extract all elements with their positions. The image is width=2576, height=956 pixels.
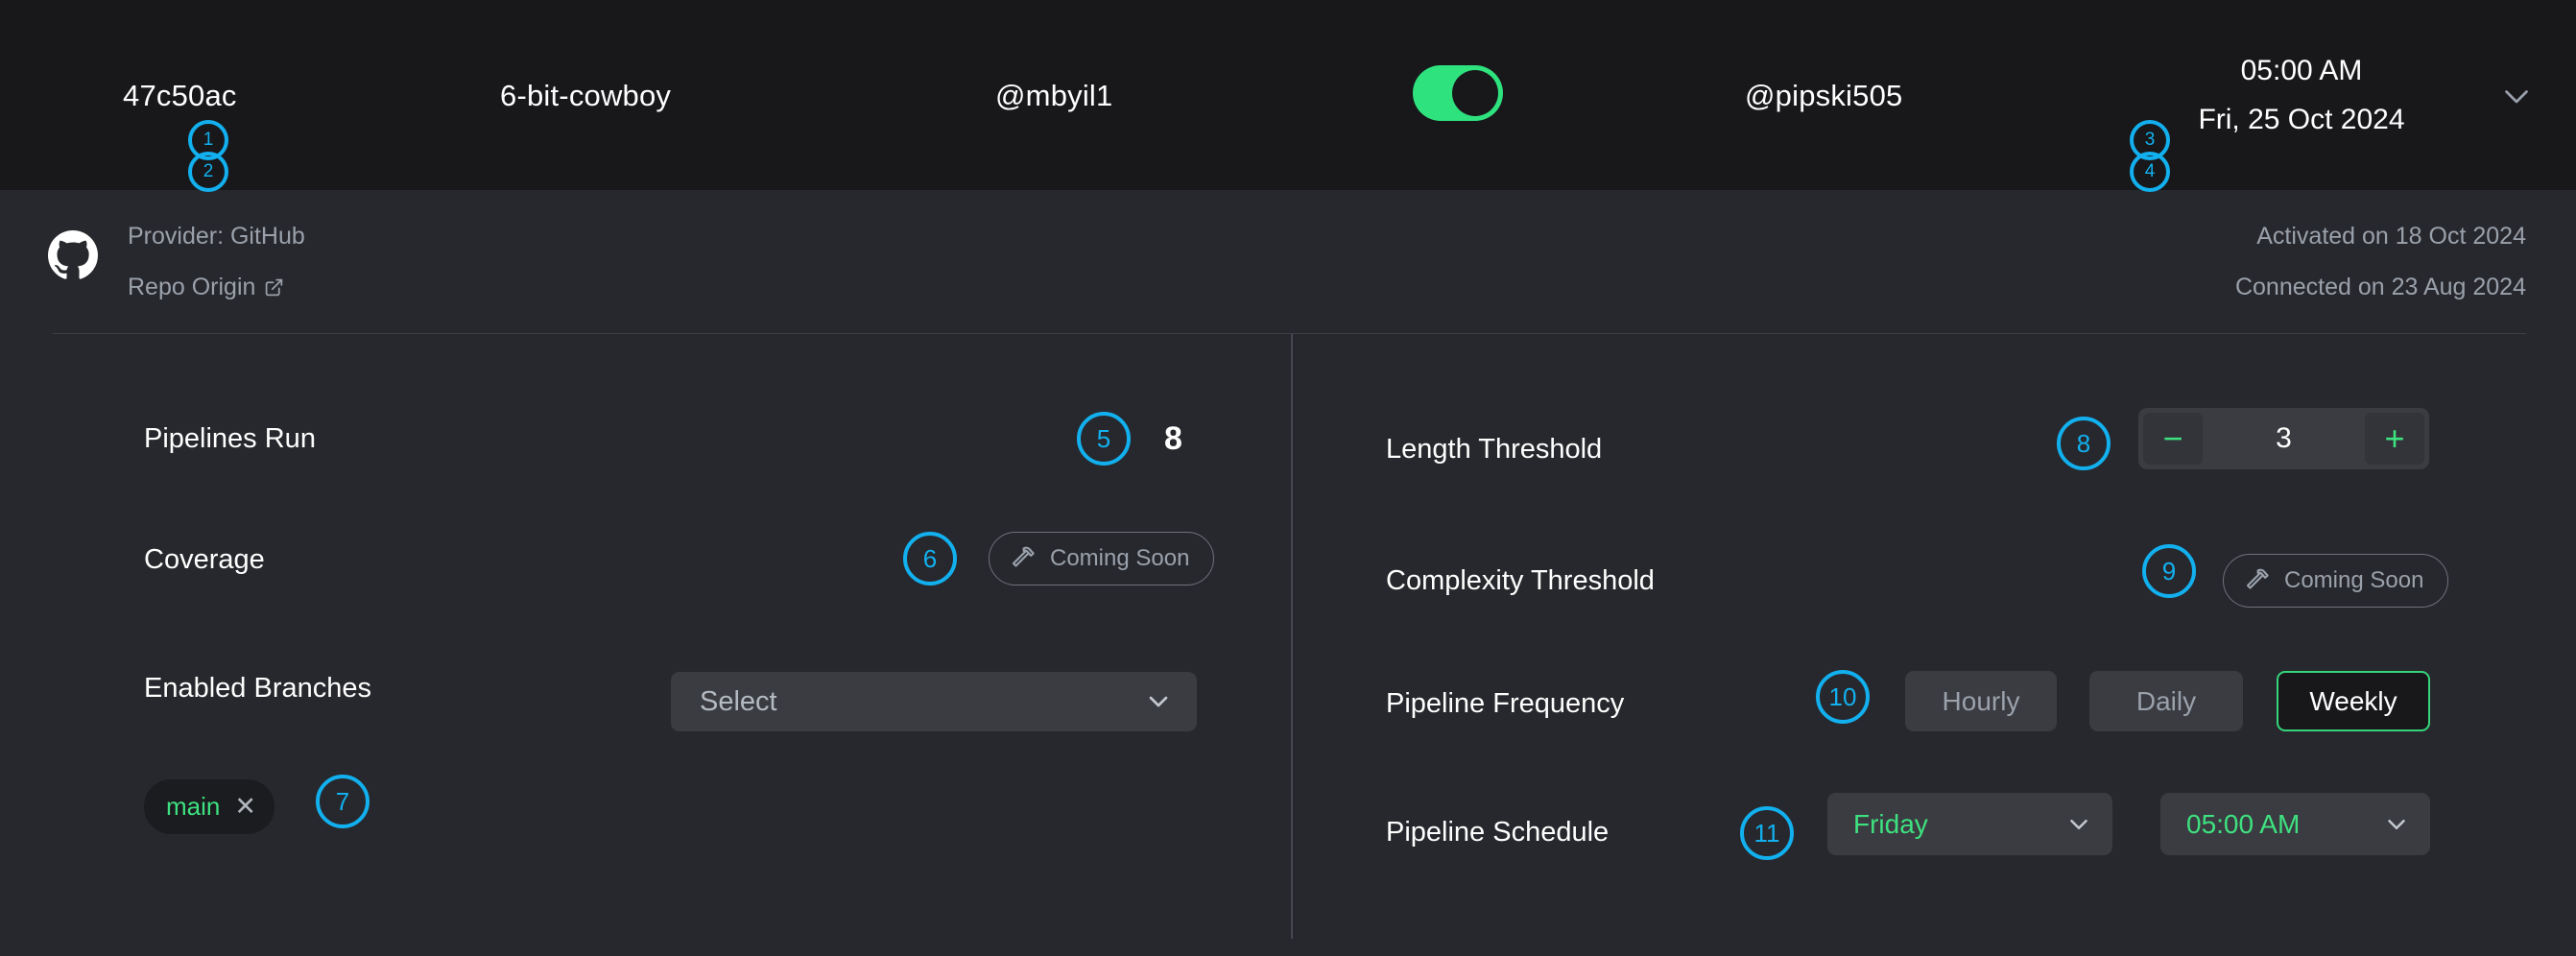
vertical-divider [1291,334,1293,939]
chevron-down-icon [1143,686,1174,717]
frequency-option-daily[interactable]: Daily [2089,671,2243,731]
github-icon [48,230,98,280]
schedule-time-value: 05:00 AM [2186,808,2301,839]
complexity-threshold-label: Complexity Threshold [1386,565,1655,596]
schedule-date: Fri, 25 Oct 2024 [2198,104,2405,135]
pipeline-frequency-label: Pipeline Frequency [1386,688,1625,719]
schedule-day-value: Friday [1853,808,1928,839]
frequency-option-hourly[interactable]: Hourly [1905,671,2057,731]
enabled-branches-label: Enabled Branches [144,673,371,704]
commit-hash[interactable]: 47c50ac [123,79,237,113]
pipelines-run-value: 8 [1164,420,1182,457]
frequency-option-weekly[interactable]: Weekly [2277,671,2430,731]
annotation-badge-8: 8 [2057,417,2111,470]
complexity-coming-soon-badge: Coming Soon [2223,554,2449,608]
provider-label: Provider: GitHub [128,223,305,250]
toggle-knob [1452,70,1498,116]
schedule-datetime: 05:00 AM Fri, 25 Oct 2024 [2161,46,2442,144]
hammer-icon [1009,544,1038,573]
activated-date: Activated on 18 Oct 2024 [2256,223,2526,250]
schedule-day-select[interactable]: Friday [1827,793,2112,855]
close-icon[interactable]: ✕ [234,794,256,820]
chevron-down-icon [2382,810,2411,839]
user-handle-right[interactable]: @pipski505 [1745,79,1902,113]
provider-strip [0,190,2576,334]
hammer-icon [2243,566,2272,595]
coverage-coming-soon-text: Coming Soon [1050,545,1190,571]
horizontal-divider [53,333,2526,334]
length-threshold-decrement-button[interactable]: − [2143,413,2203,465]
repo-enabled-toggle[interactable] [1413,65,1503,121]
length-threshold-stepper: − 3 + [2138,408,2429,469]
coverage-coming-soon-badge: Coming Soon [989,532,1215,586]
chevron-down-icon[interactable] [2499,79,2534,113]
schedule-time: 05:00 AM [2240,55,2363,86]
annotation-badge-10: 10 [1816,670,1870,724]
annotation-badge-7: 7 [316,775,370,828]
branch-select-placeholder: Select [700,685,777,717]
length-threshold-label: Length Threshold [1386,434,1603,465]
repo-header-bar: 47c50ac 6-bit-cowboy @mbyil1 @pipski505 … [0,0,2576,190]
user-handle-left[interactable]: @mbyil1 [995,79,1112,113]
branch-chip-label: main [166,792,221,821]
pipeline-schedule-label: Pipeline Schedule [1386,817,1610,848]
length-threshold-increment-button[interactable]: + [2365,413,2424,465]
branch-select[interactable]: Select [671,672,1197,731]
connected-date: Connected on 23 Aug 2024 [2234,274,2526,300]
settings-screen: 47c50ac 6-bit-cowboy @mbyil1 @pipski505 … [0,0,2576,956]
external-link-icon [264,277,284,298]
pipelines-run-label: Pipelines Run [144,423,316,454]
coverage-label: Coverage [144,544,265,575]
annotation-badge-9: 9 [2142,544,2196,598]
branch-chip-main[interactable]: main ✕ [144,779,274,834]
length-threshold-value[interactable]: 3 [2203,422,2365,455]
complexity-coming-soon-text: Coming Soon [2284,567,2424,593]
repo-origin-label: Repo Origin [128,274,256,300]
chevron-down-icon [2064,810,2093,839]
annotation-badge-6: 6 [903,532,957,586]
schedule-time-select[interactable]: 05:00 AM [2160,793,2430,855]
repo-origin-link[interactable]: Repo Origin [128,274,284,301]
repo-name[interactable]: 6-bit-cowboy [500,79,671,113]
annotation-badge-11: 11 [1740,806,1794,860]
annotation-badge-5: 5 [1077,412,1131,466]
